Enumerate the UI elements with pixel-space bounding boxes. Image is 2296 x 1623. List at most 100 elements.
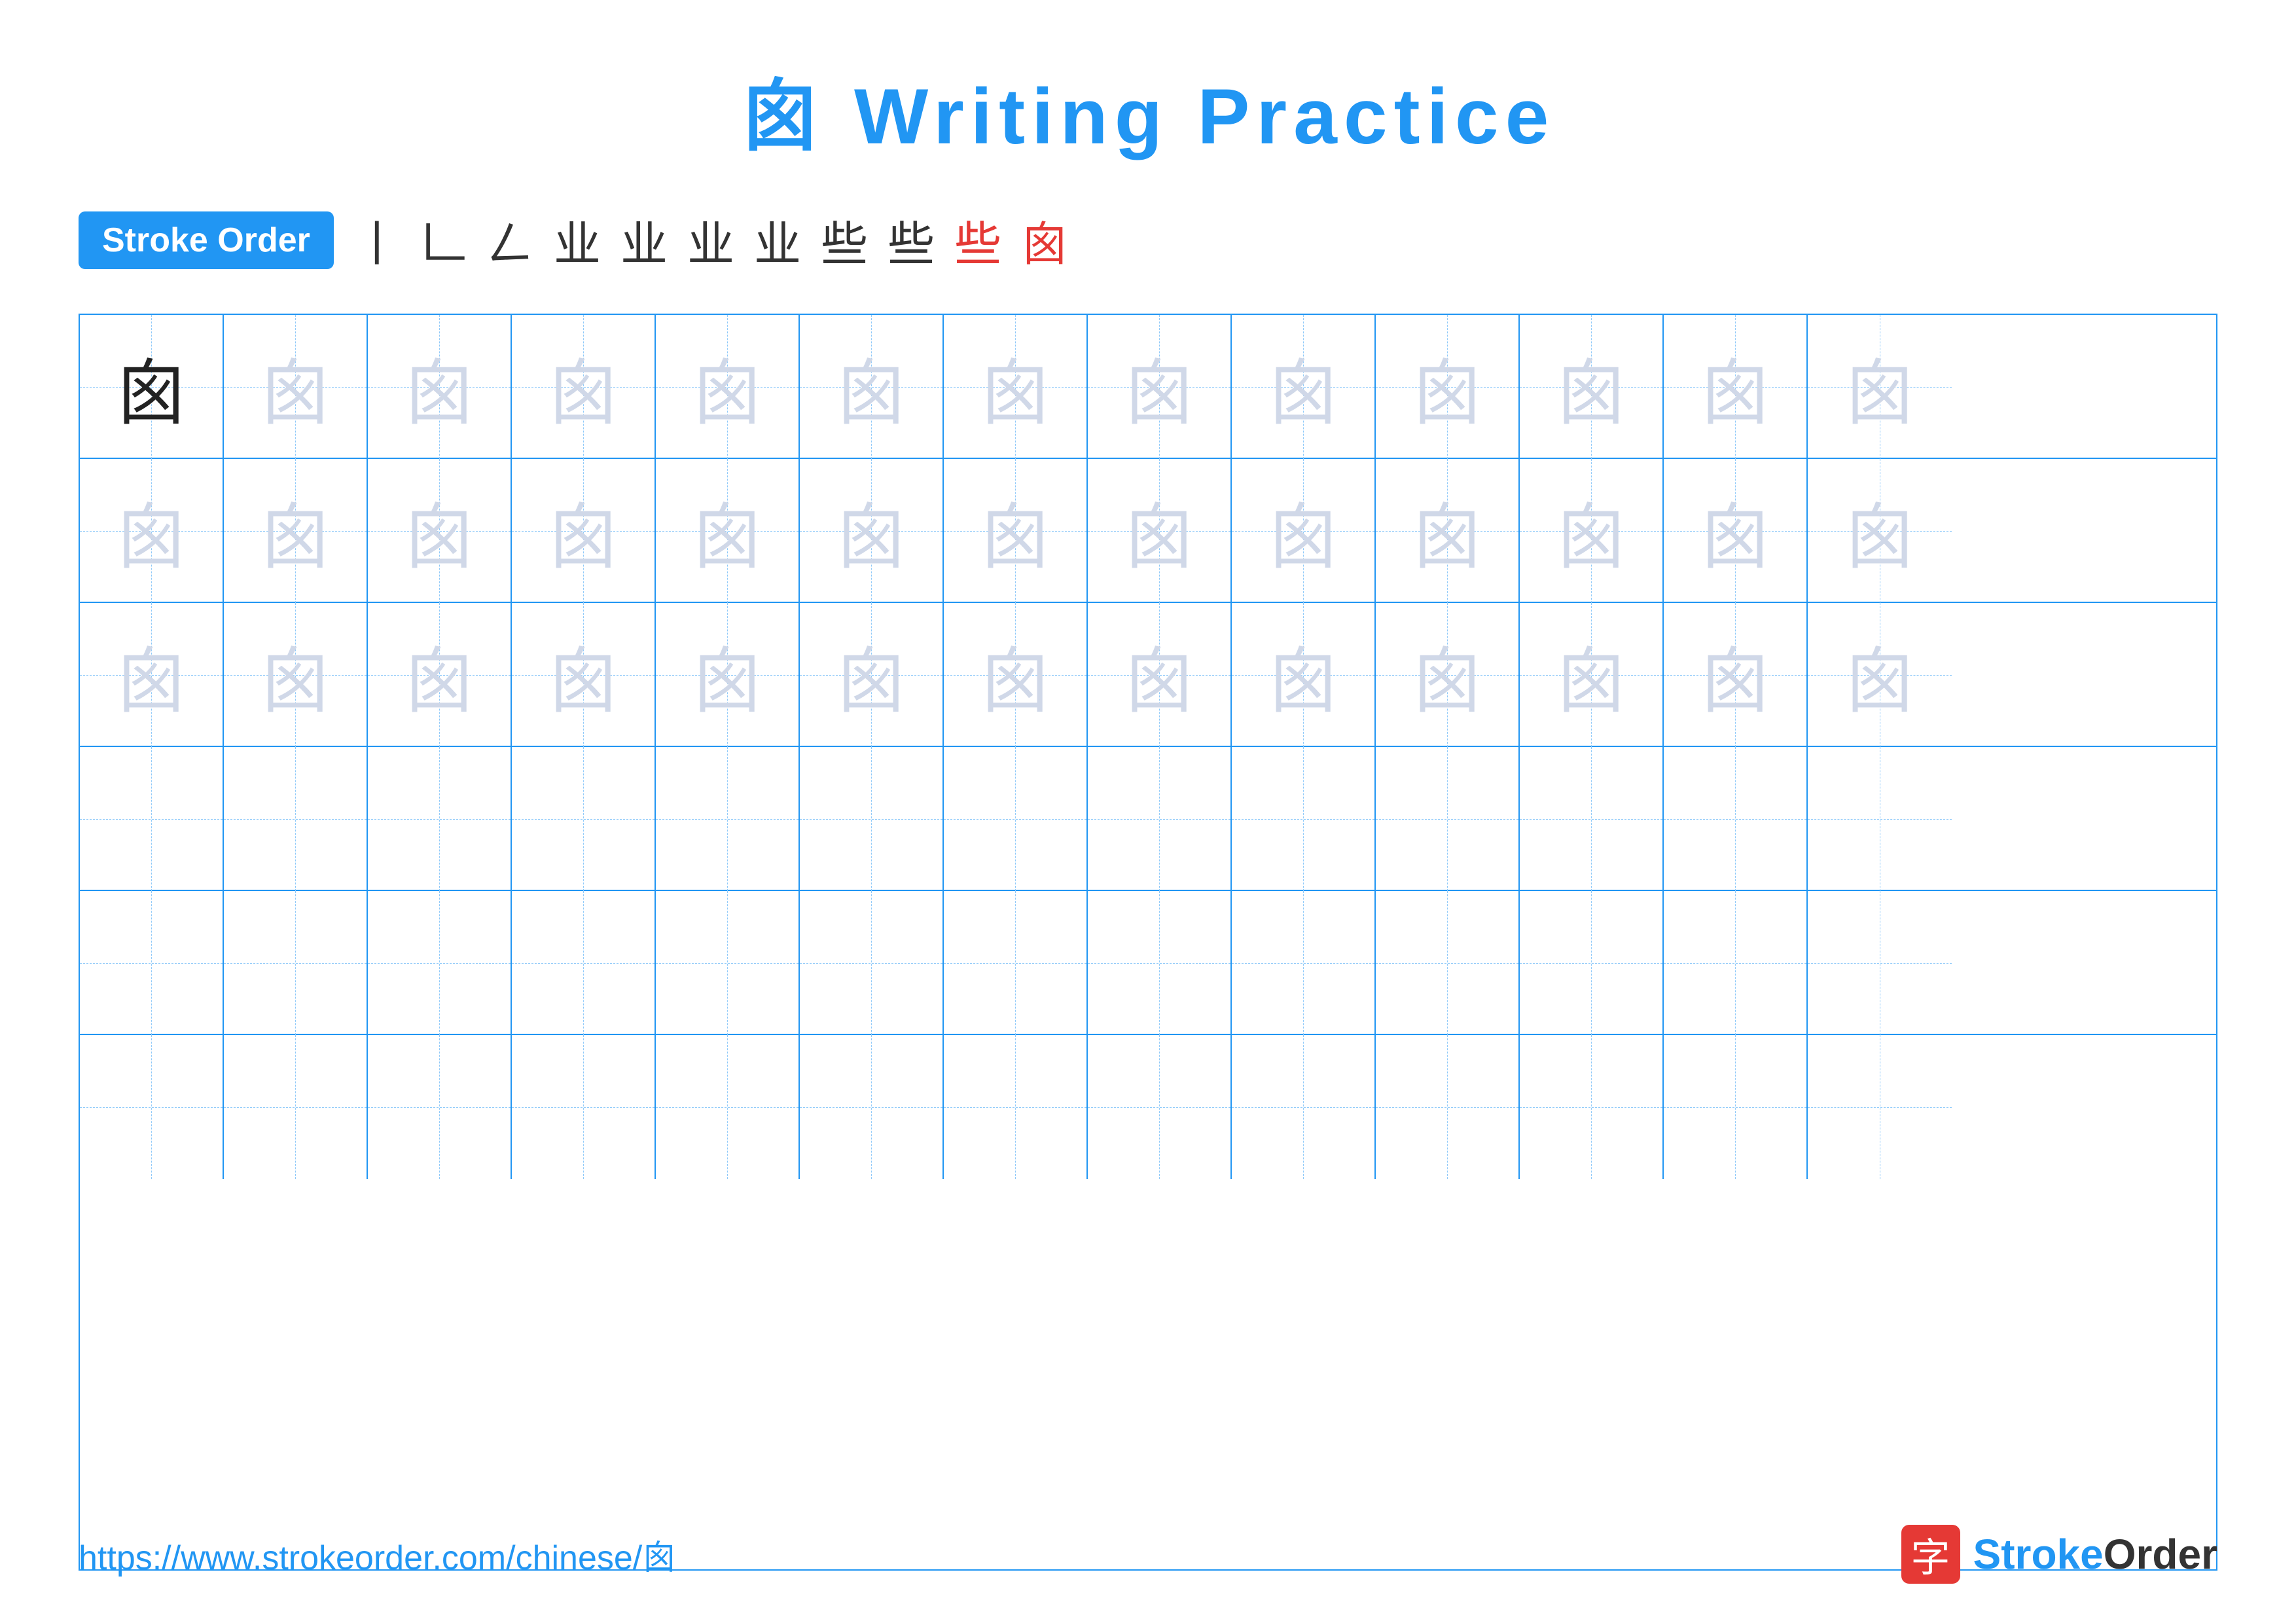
practice-char: 囪 (691, 623, 763, 727)
grid-cell-2-11[interactable]: 囪 (1664, 603, 1808, 747)
grid-cell-5-4[interactable] (656, 1035, 800, 1179)
grid-cell-2-0[interactable]: 囪 (80, 603, 224, 747)
grid-cell-0-11[interactable]: 囪 (1664, 315, 1808, 459)
grid-cell-2-12[interactable]: 囪 (1808, 603, 1952, 747)
practice-char: 囪 (403, 623, 475, 727)
grid-cell-5-8[interactable] (1232, 1035, 1376, 1179)
grid-cell-1-11[interactable]: 囪 (1664, 459, 1808, 603)
grid-cell-0-3[interactable]: 囪 (512, 315, 656, 459)
stroke-order-badge: Stroke Order (79, 211, 334, 269)
grid-cell-2-2[interactable]: 囪 (368, 603, 512, 747)
grid-cell-2-1[interactable]: 囪 (224, 603, 368, 747)
stroke-order-section: Stroke Order 丨𠃊𠃋业业业业些些些囪 (79, 206, 2217, 274)
grid-row-5 (80, 1035, 2216, 1179)
grid-cell-3-10[interactable] (1520, 747, 1664, 891)
grid-cell-0-2[interactable]: 囪 (368, 315, 512, 459)
footer-logo: 字 StrokeOrder (1901, 1525, 2217, 1584)
grid-cell-3-2[interactable] (368, 747, 512, 891)
grid-cell-4-5[interactable] (800, 891, 944, 1035)
grid-cell-4-6[interactable] (944, 891, 1088, 1035)
grid-cell-5-0[interactable] (80, 1035, 224, 1179)
grid-cell-1-3[interactable]: 囪 (512, 459, 656, 603)
grid-cell-1-0[interactable]: 囪 (80, 459, 224, 603)
grid-cell-3-3[interactable] (512, 747, 656, 891)
grid-cell-3-8[interactable] (1232, 747, 1376, 891)
grid-cell-2-3[interactable]: 囪 (512, 603, 656, 747)
grid-cell-1-4[interactable]: 囪 (656, 459, 800, 603)
grid-cell-3-0[interactable] (80, 747, 224, 891)
grid-cell-3-5[interactable] (800, 747, 944, 891)
practice-char: 囪 (835, 335, 907, 439)
grid-cell-0-7[interactable]: 囪 (1088, 315, 1232, 459)
grid-cell-2-4[interactable]: 囪 (656, 603, 800, 747)
practice-char: 囪 (979, 335, 1051, 439)
practice-char: 囪 (1844, 335, 1916, 439)
stroke-step-7: 些 (821, 206, 868, 274)
practice-char: 囪 (115, 479, 187, 583)
grid-cell-0-4[interactable]: 囪 (656, 315, 800, 459)
grid-cell-0-1[interactable]: 囪 (224, 315, 368, 459)
grid-cell-3-9[interactable] (1376, 747, 1520, 891)
grid-cell-5-3[interactable] (512, 1035, 656, 1179)
grid-cell-1-10[interactable]: 囪 (1520, 459, 1664, 603)
grid-cell-0-10[interactable]: 囪 (1520, 315, 1664, 459)
practice-char: 囪 (259, 335, 331, 439)
stroke-step-6: 业 (754, 206, 801, 274)
practice-char: 囪 (259, 623, 331, 727)
grid-cell-0-9[interactable]: 囪 (1376, 315, 1520, 459)
grid-cell-2-9[interactable]: 囪 (1376, 603, 1520, 747)
grid-cell-0-12[interactable]: 囪 (1808, 315, 1952, 459)
grid-cell-4-8[interactable] (1232, 891, 1376, 1035)
grid-cell-1-2[interactable]: 囪 (368, 459, 512, 603)
grid-cell-2-7[interactable]: 囪 (1088, 603, 1232, 747)
grid-cell-5-5[interactable] (800, 1035, 944, 1179)
logo-text: StrokeOrder (1973, 1530, 2217, 1578)
grid-cell-1-5[interactable]: 囪 (800, 459, 944, 603)
grid-cell-5-11[interactable] (1664, 1035, 1808, 1179)
grid-cell-2-5[interactable]: 囪 (800, 603, 944, 747)
grid-cell-3-11[interactable] (1664, 747, 1808, 891)
grid-cell-3-4[interactable] (656, 747, 800, 891)
grid-cell-5-10[interactable] (1520, 1035, 1664, 1179)
grid-cell-3-6[interactable] (944, 747, 1088, 891)
practice-char: 囪 (1267, 335, 1339, 439)
grid-cell-5-12[interactable] (1808, 1035, 1952, 1179)
stroke-step-5: 业 (687, 206, 734, 274)
grid-cell-0-6[interactable]: 囪 (944, 315, 1088, 459)
grid-cell-2-8[interactable]: 囪 (1232, 603, 1376, 747)
grid-cell-2-6[interactable]: 囪 (944, 603, 1088, 747)
grid-cell-1-8[interactable]: 囪 (1232, 459, 1376, 603)
grid-cell-4-3[interactable] (512, 891, 656, 1035)
grid-cell-4-1[interactable] (224, 891, 368, 1035)
grid-cell-5-9[interactable] (1376, 1035, 1520, 1179)
grid-cell-0-0[interactable]: 囪 (80, 315, 224, 459)
grid-cell-1-6[interactable]: 囪 (944, 459, 1088, 603)
grid-cell-1-12[interactable]: 囪 (1808, 459, 1952, 603)
grid-cell-3-1[interactable] (224, 747, 368, 891)
grid-cell-0-5[interactable]: 囪 (800, 315, 944, 459)
footer: https://www.strokeorder.com/chinese/囪 字 … (79, 1525, 2217, 1584)
grid-cell-1-1[interactable]: 囪 (224, 459, 368, 603)
grid-cell-4-2[interactable] (368, 891, 512, 1035)
grid-cell-4-12[interactable] (1808, 891, 1952, 1035)
grid-cell-4-10[interactable] (1520, 891, 1664, 1035)
grid-cell-3-12[interactable] (1808, 747, 1952, 891)
grid-cell-5-7[interactable] (1088, 1035, 1232, 1179)
page-title: 囪 Writing Practice (741, 52, 1556, 166)
grid-cell-2-10[interactable]: 囪 (1520, 603, 1664, 747)
grid-cell-4-9[interactable] (1376, 891, 1520, 1035)
practice-char: 囪 (1267, 623, 1339, 727)
grid-cell-1-7[interactable]: 囪 (1088, 459, 1232, 603)
grid-cell-4-11[interactable] (1664, 891, 1808, 1035)
grid-cell-0-8[interactable]: 囪 (1232, 315, 1376, 459)
grid-cell-5-2[interactable] (368, 1035, 512, 1179)
grid-cell-5-6[interactable] (944, 1035, 1088, 1179)
grid-cell-1-9[interactable]: 囪 (1376, 459, 1520, 603)
logo-char: 字 (1911, 1526, 1950, 1583)
grid-cell-4-7[interactable] (1088, 891, 1232, 1035)
grid-cell-5-1[interactable] (224, 1035, 368, 1179)
grid-cell-3-7[interactable] (1088, 747, 1232, 891)
grid-cell-4-4[interactable] (656, 891, 800, 1035)
grid-row-4 (80, 891, 2216, 1035)
grid-cell-4-0[interactable] (80, 891, 224, 1035)
